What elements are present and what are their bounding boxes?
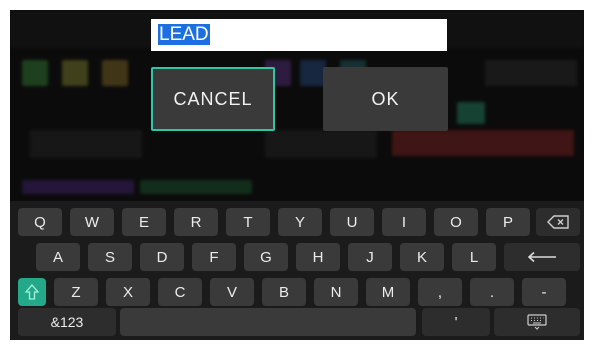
key-label: G bbox=[260, 248, 272, 266]
key-d[interactable]: D bbox=[140, 243, 184, 271]
key-b[interactable]: B bbox=[262, 278, 306, 306]
key-label: H bbox=[312, 248, 324, 266]
symbols-key[interactable]: &123 bbox=[18, 308, 116, 336]
key-apostrophe[interactable]: ' bbox=[422, 308, 490, 336]
key-comma[interactable]: , bbox=[418, 278, 462, 306]
key-g[interactable]: G bbox=[244, 243, 288, 271]
key-dash[interactable]: - bbox=[522, 278, 566, 306]
bg-indicator bbox=[457, 102, 485, 124]
shift-key[interactable] bbox=[18, 278, 46, 306]
key-label: , bbox=[437, 283, 443, 301]
selected-text: LEAD bbox=[158, 24, 210, 45]
key-l[interactable]: L bbox=[452, 243, 496, 271]
key-label: R bbox=[190, 213, 202, 231]
bg-panel bbox=[30, 130, 142, 158]
key-label: S bbox=[104, 248, 115, 266]
key-label: L bbox=[469, 248, 479, 266]
bg-pad bbox=[22, 60, 48, 86]
key-label: C bbox=[174, 283, 186, 301]
key-label: . bbox=[489, 283, 495, 301]
key-label: N bbox=[330, 283, 342, 301]
bg-strip bbox=[22, 180, 134, 194]
key-label: I bbox=[401, 213, 407, 231]
space-key[interactable] bbox=[120, 308, 416, 336]
ok-label: OK bbox=[371, 88, 400, 109]
keyboard-icon bbox=[527, 314, 547, 330]
key-i[interactable]: I bbox=[382, 208, 426, 236]
key-p[interactable]: P bbox=[486, 208, 530, 236]
key-label: M bbox=[381, 283, 395, 301]
key-label: F bbox=[209, 248, 219, 266]
key-r[interactable]: R bbox=[174, 208, 218, 236]
key-v[interactable]: V bbox=[210, 278, 254, 306]
key-m[interactable]: M bbox=[366, 278, 410, 306]
key-q[interactable]: Q bbox=[18, 208, 62, 236]
key-e[interactable]: E bbox=[122, 208, 166, 236]
key-label: ' bbox=[454, 313, 458, 331]
key-x[interactable]: X bbox=[106, 278, 150, 306]
device-screen: LEAD CANCEL OK Q W E R T Y U I O P A S D… bbox=[10, 10, 584, 340]
bg-panel bbox=[265, 130, 377, 158]
key-label: W bbox=[84, 213, 100, 231]
backspace-icon bbox=[547, 215, 569, 229]
bg-pad bbox=[62, 60, 88, 86]
key-o[interactable]: O bbox=[434, 208, 478, 236]
key-period[interactable]: . bbox=[470, 278, 514, 306]
key-label: &123 bbox=[50, 314, 84, 330]
cancel-label: CANCEL bbox=[173, 88, 253, 109]
key-label: - bbox=[541, 283, 547, 301]
key-label: P bbox=[502, 213, 513, 231]
key-u[interactable]: U bbox=[330, 208, 374, 236]
key-k[interactable]: K bbox=[400, 243, 444, 271]
enter-key[interactable] bbox=[504, 243, 580, 271]
key-j[interactable]: J bbox=[348, 243, 392, 271]
key-label: A bbox=[52, 248, 63, 266]
key-label: B bbox=[278, 283, 289, 301]
key-label: J bbox=[366, 248, 374, 266]
key-s[interactable]: S bbox=[88, 243, 132, 271]
key-c[interactable]: C bbox=[158, 278, 202, 306]
key-h[interactable]: H bbox=[296, 243, 340, 271]
key-label: D bbox=[156, 248, 168, 266]
key-y[interactable]: Y bbox=[278, 208, 322, 236]
key-z[interactable]: Z bbox=[54, 278, 98, 306]
key-w[interactable]: W bbox=[70, 208, 114, 236]
key-label: X bbox=[122, 283, 133, 301]
key-label: U bbox=[346, 213, 358, 231]
key-a[interactable]: A bbox=[36, 243, 80, 271]
bg-pad bbox=[102, 60, 128, 86]
hide-keyboard-key[interactable] bbox=[494, 308, 580, 336]
bg-panel bbox=[485, 60, 577, 86]
ok-button[interactable]: OK bbox=[323, 67, 448, 131]
key-label: Q bbox=[34, 213, 46, 231]
on-screen-keyboard: Q W E R T Y U I O P A S D F G H J K L Z … bbox=[10, 201, 584, 340]
key-label: V bbox=[226, 283, 237, 301]
key-label: O bbox=[450, 213, 462, 231]
backspace-key[interactable] bbox=[536, 208, 580, 236]
enter-icon bbox=[527, 251, 556, 263]
key-label: Z bbox=[71, 283, 81, 301]
key-t[interactable]: T bbox=[226, 208, 270, 236]
key-label: Y bbox=[294, 213, 305, 231]
bg-strip bbox=[140, 180, 252, 194]
cancel-button[interactable]: CANCEL bbox=[151, 67, 275, 131]
key-n[interactable]: N bbox=[314, 278, 358, 306]
key-label: E bbox=[138, 213, 149, 231]
bg-indicator bbox=[392, 130, 574, 156]
key-label: K bbox=[416, 248, 427, 266]
key-label: T bbox=[243, 213, 253, 231]
key-f[interactable]: F bbox=[192, 243, 236, 271]
name-input[interactable]: LEAD bbox=[151, 19, 447, 51]
shift-icon bbox=[25, 284, 39, 300]
